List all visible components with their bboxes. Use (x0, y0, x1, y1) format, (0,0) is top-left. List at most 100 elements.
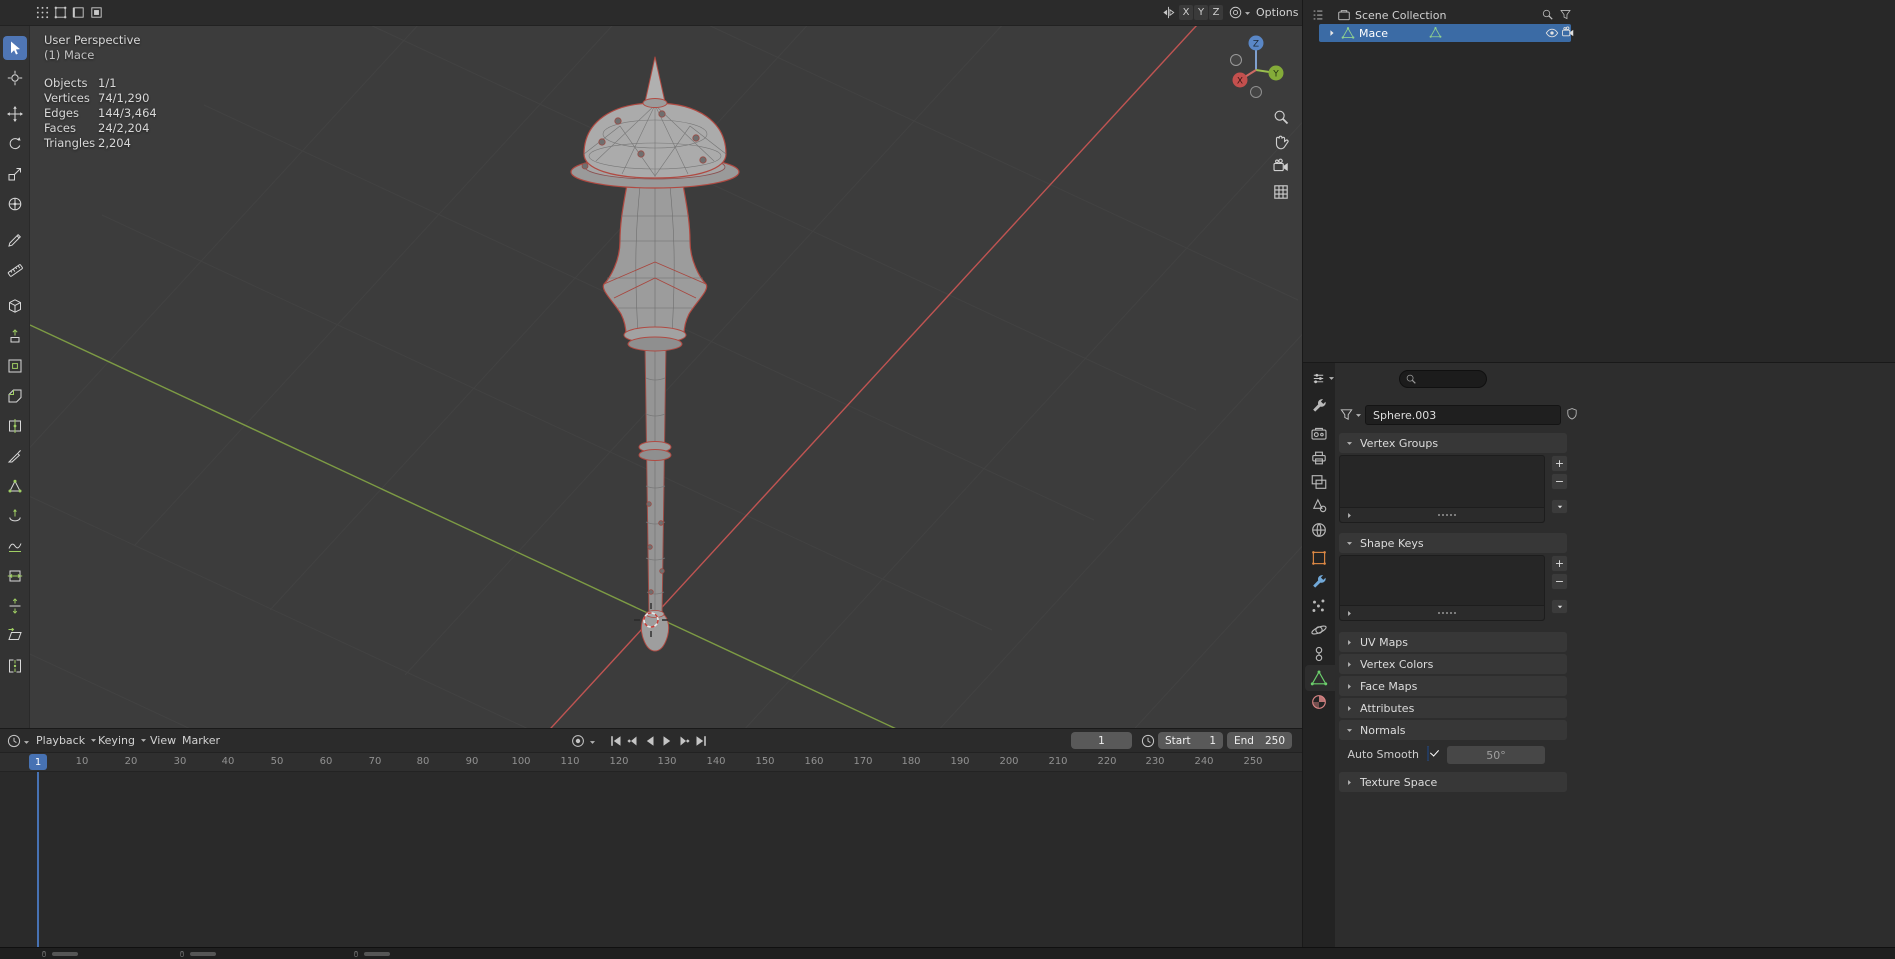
tool-shrink-fatten-button[interactable] (3, 594, 27, 618)
select-mode-dropdown[interactable] (34, 4, 51, 21)
perspective-ortho-toggle[interactable] (1272, 183, 1290, 201)
datablock-filter-button[interactable] (1339, 407, 1354, 422)
tool-knife-button[interactable] (3, 444, 27, 468)
outliner-filter-button[interactable] (1559, 8, 1572, 21)
tab-object[interactable] (1310, 549, 1328, 567)
3d-viewport-canvas[interactable] (0, 26, 1302, 728)
tool-edge-slide-button[interactable] (3, 564, 27, 588)
tool-move-button[interactable] (3, 102, 27, 126)
mirror-x-toggle[interactable]: X (1179, 5, 1193, 20)
mirror-toggle-button[interactable] (1160, 4, 1177, 21)
play-reverse-button[interactable] (642, 733, 658, 749)
section-texture-space[interactable]: Texture Space (1339, 772, 1567, 792)
tab-render[interactable] (1310, 425, 1328, 443)
play-button[interactable] (659, 733, 675, 749)
tab-material[interactable] (1310, 693, 1328, 711)
datablock-filter-dropdown[interactable] (1354, 411, 1363, 420)
shape-keys-list[interactable] (1339, 555, 1545, 621)
options-menu[interactable]: Options (1256, 6, 1302, 19)
tab-view-layer[interactable] (1310, 473, 1328, 491)
vertex-group-add-button[interactable]: + (1551, 455, 1568, 472)
outliner-object-row-mace[interactable]: Mace (1319, 24, 1571, 42)
auto-keyframe-button[interactable] (570, 733, 586, 749)
timeline-ruler[interactable]: 1 10 20 30 40 50 60 70 80 90 100 110 120… (0, 753, 1302, 772)
menu-marker[interactable]: Marker (182, 734, 220, 747)
tool-inset-faces-button[interactable] (3, 354, 27, 378)
zoom-view-button[interactable] (1272, 108, 1290, 126)
mirror-z-toggle[interactable]: Z (1209, 5, 1223, 20)
vertex-groups-list[interactable] (1339, 455, 1545, 523)
properties-editor-icon[interactable] (1311, 371, 1326, 386)
section-normals[interactable]: Normals (1339, 720, 1567, 740)
face-select-mode-button[interactable] (88, 4, 105, 21)
tool-transform-button[interactable] (3, 192, 27, 216)
mesh-name-field[interactable]: Sphere.003 (1365, 405, 1561, 425)
timeline-editor-dropdown[interactable] (22, 738, 31, 747)
auto-smooth-angle-field[interactable]: 50° (1447, 746, 1545, 764)
gizmo-axis-negative-dot[interactable] (1250, 86, 1262, 98)
tool-poly-build-button[interactable] (3, 474, 27, 498)
tool-smooth-button[interactable] (3, 534, 27, 558)
scene-collection-item[interactable]: Scene Collection (1355, 9, 1446, 22)
edge-select-mode-button[interactable] (70, 4, 87, 21)
resize-grip[interactable] (1437, 514, 1456, 516)
camera-view-button[interactable] (1272, 158, 1290, 176)
shape-key-remove-button[interactable]: − (1551, 573, 1568, 590)
frame-end-field[interactable]: End 250 (1227, 732, 1292, 749)
auto-smooth-checkbox[interactable] (1427, 746, 1429, 761)
section-attributes[interactable]: Attributes (1339, 698, 1567, 718)
tool-add-cube-button[interactable] (3, 294, 27, 318)
menu-view[interactable]: View (150, 734, 176, 747)
vertex-group-specials-button[interactable] (1551, 499, 1568, 514)
auto-keyframe-dropdown[interactable] (588, 738, 597, 747)
current-frame-marker[interactable]: 1 (29, 754, 47, 770)
disclosure-arrow-icon[interactable] (1327, 28, 1337, 38)
disable-in-render-toggle[interactable] (1561, 26, 1575, 40)
tab-object-data[interactable] (1310, 669, 1328, 687)
jump-to-end-button[interactable] (693, 733, 709, 749)
specials-arrow-icon[interactable] (1345, 609, 1354, 618)
timeline-editor-icon[interactable] (6, 733, 22, 749)
tool-annotate-button[interactable] (3, 228, 27, 252)
section-face-maps[interactable]: Face Maps (1339, 676, 1567, 696)
tab-physics[interactable] (1310, 621, 1328, 639)
frame-start-field[interactable]: Start 1 (1158, 732, 1223, 749)
section-uv-maps[interactable]: UV Maps (1339, 632, 1567, 652)
menu-playback[interactable]: Playback (36, 734, 98, 747)
section-shape-keys[interactable]: Shape Keys (1339, 533, 1567, 553)
vertex-select-mode-button[interactable] (52, 4, 69, 21)
resize-grip[interactable] (1437, 612, 1456, 614)
tool-select-box-button[interactable] (2, 36, 27, 60)
properties-search-input[interactable] (1399, 370, 1487, 388)
specials-arrow-icon[interactable] (1345, 511, 1354, 520)
vertex-group-remove-button[interactable]: − (1551, 473, 1568, 490)
tool-shear-button[interactable] (3, 624, 27, 648)
previous-keyframe-button[interactable] (625, 733, 641, 749)
tool-bevel-button[interactable] (3, 384, 27, 408)
tool-rotate-button[interactable] (3, 132, 27, 156)
tool-cursor-button[interactable] (3, 66, 27, 90)
next-keyframe-button[interactable] (676, 733, 692, 749)
tool-extrude-region-button[interactable] (3, 324, 27, 348)
section-vertex-groups[interactable]: Vertex Groups (1339, 433, 1567, 453)
tool-spin-button[interactable] (3, 504, 27, 528)
outliner-search-button[interactable] (1541, 8, 1554, 21)
tab-output[interactable] (1310, 449, 1328, 467)
menu-keying[interactable]: Keying (98, 734, 148, 747)
section-vertex-colors[interactable]: Vertex Colors (1339, 654, 1567, 674)
tool-rip-region-button[interactable] (3, 654, 27, 678)
shape-key-add-button[interactable]: + (1551, 555, 1568, 572)
proportional-editing-button[interactable] (1227, 4, 1244, 21)
hide-in-viewport-toggle[interactable] (1545, 26, 1559, 40)
mirror-y-toggle[interactable]: Y (1194, 5, 1208, 20)
current-frame-field[interactable]: 1 (1071, 732, 1132, 749)
tab-world[interactable] (1310, 521, 1328, 539)
tab-scene[interactable] (1310, 497, 1328, 515)
shape-key-specials-button[interactable] (1551, 599, 1568, 614)
use-preview-range-button[interactable] (1140, 733, 1156, 749)
outliner-editor-icon[interactable] (1311, 8, 1325, 22)
tab-modifiers[interactable] (1310, 573, 1328, 591)
proportional-falloff-dropdown[interactable] (1243, 9, 1252, 18)
tab-constraints[interactable] (1310, 645, 1328, 663)
tool-scale-button[interactable] (3, 162, 27, 186)
